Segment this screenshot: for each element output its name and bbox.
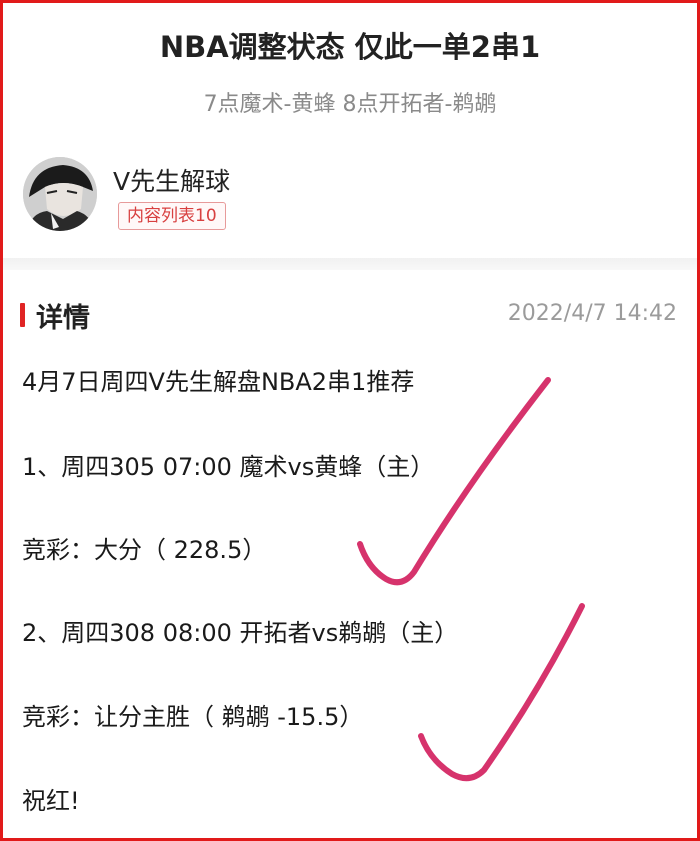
checkmark-overlay (357, 377, 585, 782)
checkmark-icon (418, 603, 585, 782)
checkmark-icon (357, 377, 551, 586)
